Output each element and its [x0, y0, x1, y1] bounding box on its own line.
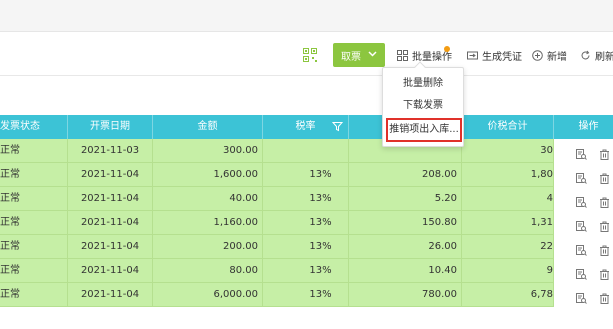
top-bar: [0, 0, 613, 32]
trash-icon[interactable]: [599, 290, 610, 304]
view-icon[interactable]: [576, 218, 587, 232]
header-amount[interactable]: 金额: [153, 115, 263, 139]
table-row[interactable]: 正常 2021-11-04 80.00 13% 10.40 9: [0, 259, 613, 283]
toolbar: 取票 批量操作 生成凭证 新增 刷新: [0, 43, 613, 67]
cell-amount: 200.00: [153, 235, 263, 259]
cell-status: 正常: [0, 283, 68, 307]
cell-rate: [263, 139, 349, 163]
cell-date: 2021-11-04: [68, 259, 153, 283]
view-icon[interactable]: [576, 194, 587, 208]
cell-status: 正常: [0, 187, 68, 211]
cell-rate: 13%: [263, 283, 349, 307]
refresh-button[interactable]: 刷新: [580, 43, 613, 67]
cell-status: 正常: [0, 235, 68, 259]
trash-icon[interactable]: [599, 170, 610, 184]
cell-total: 9: [462, 259, 554, 283]
cell-total: 1,31: [462, 211, 554, 235]
cell-date: 2021-11-04: [68, 283, 153, 307]
view-icon[interactable]: [576, 290, 587, 304]
cell-amount: 1,160.00: [153, 211, 263, 235]
menu-item-download-invoice[interactable]: 下载发票: [383, 95, 463, 117]
cell-date: 2021-11-04: [68, 235, 153, 259]
table-row[interactable]: 正常 2021-11-03 300.00 30: [0, 139, 613, 163]
cell-date: 2021-11-04: [68, 163, 153, 187]
table-row[interactable]: 正常 2021-11-04 1,600.00 13% 208.00 1,80: [0, 163, 613, 187]
cell-ops: [554, 139, 613, 163]
cell-ops: [554, 163, 613, 187]
batch-icon: [397, 49, 408, 61]
cell-total: 30: [462, 139, 554, 163]
toolbar-divider: [0, 75, 613, 76]
cell-tax: 26.00: [349, 235, 462, 259]
menu-item-batch-delete[interactable]: 批量删除: [383, 73, 463, 95]
cell-total: 6,78: [462, 283, 554, 307]
view-icon[interactable]: [576, 170, 587, 184]
table-header: 发票状态 开票日期 金额 税率 价税合计 操作: [0, 115, 613, 139]
cell-tax: 10.40: [349, 259, 462, 283]
batch-operation-menu: 批量删除 下载发票 推销项出入库...: [382, 61, 464, 147]
notification-dot: [444, 46, 450, 52]
cell-status: 正常: [0, 211, 68, 235]
qr-code-icon[interactable]: [303, 48, 317, 62]
cell-tax: 150.80: [349, 211, 462, 235]
header-total[interactable]: 价税合计: [462, 115, 554, 139]
fetch-invoice-label: 取票: [341, 51, 361, 63]
add-label: 新增: [547, 51, 567, 63]
menu-item-push-sales-inventory[interactable]: 推销项出入库...: [386, 118, 462, 142]
view-icon[interactable]: [576, 146, 587, 160]
cell-status: 正常: [0, 139, 68, 163]
table-row[interactable]: 正常 2021-11-04 6,000.00 13% 780.00 6,78: [0, 283, 613, 307]
cell-status: 正常: [0, 163, 68, 187]
cell-ops: [554, 235, 613, 259]
cell-tax: 208.00: [349, 163, 462, 187]
cell-amount: 1,600.00: [153, 163, 263, 187]
cell-ops: [554, 259, 613, 283]
trash-icon[interactable]: [599, 266, 610, 280]
table-row[interactable]: 正常 2021-11-04 40.00 13% 5.20 4: [0, 187, 613, 211]
cell-rate: 13%: [263, 187, 349, 211]
add-button[interactable]: 新增: [532, 43, 567, 67]
voucher-icon: [467, 50, 478, 61]
refresh-label: 刷新: [595, 51, 613, 63]
cell-tax: 5.20: [349, 187, 462, 211]
cell-amount: 40.00: [153, 187, 263, 211]
generate-voucher-button[interactable]: 生成凭证: [467, 43, 522, 67]
cell-date: 2021-11-04: [68, 211, 153, 235]
cell-amount: 300.00: [153, 139, 263, 163]
header-ops: 操作: [578, 121, 599, 132]
fetch-invoice-button[interactable]: 取票: [333, 43, 385, 67]
header-status[interactable]: 发票状态: [0, 115, 68, 139]
cell-date: 2021-11-03: [68, 139, 153, 163]
chevron-down-icon: [368, 50, 377, 60]
cell-total: 1,80: [462, 163, 554, 187]
cell-ops: [554, 283, 613, 307]
cell-rate: 13%: [263, 259, 349, 283]
batch-operation-button[interactable]: 批量操作: [397, 43, 452, 67]
filter-icon[interactable]: [331, 121, 344, 132]
cell-ops: [554, 211, 613, 235]
refresh-icon: [580, 50, 591, 61]
cell-rate: 13%: [263, 211, 349, 235]
trash-icon[interactable]: [599, 218, 610, 232]
cell-amount: 6,000.00: [153, 283, 263, 307]
header-date[interactable]: 开票日期: [68, 115, 153, 139]
view-icon[interactable]: [576, 266, 587, 280]
cell-tax: 780.00: [349, 283, 462, 307]
table-row[interactable]: 正常 2021-11-04 200.00 13% 26.00 22: [0, 235, 613, 259]
cell-ops: [554, 187, 613, 211]
cell-status: 正常: [0, 259, 68, 283]
plus-circle-icon: [532, 49, 543, 61]
trash-icon[interactable]: [599, 242, 610, 256]
cell-rate: 13%: [263, 163, 349, 187]
generate-voucher-label: 生成凭证: [482, 51, 522, 63]
cell-rate: 13%: [263, 235, 349, 259]
cell-amount: 80.00: [153, 259, 263, 283]
cell-total: 22: [462, 235, 554, 259]
cell-total: 4: [462, 187, 554, 211]
table-row[interactable]: 正常 2021-11-04 1,160.00 13% 150.80 1,31: [0, 211, 613, 235]
trash-icon[interactable]: [599, 194, 610, 208]
trash-icon[interactable]: [599, 146, 610, 160]
view-icon[interactable]: [576, 242, 587, 256]
cell-date: 2021-11-04: [68, 187, 153, 211]
